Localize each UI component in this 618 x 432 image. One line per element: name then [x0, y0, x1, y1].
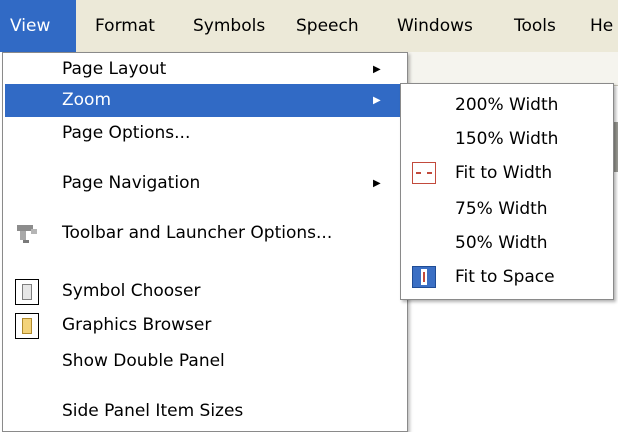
- menu-item-label: Graphics Browser: [62, 315, 212, 335]
- menu-bar: View Format Symbols Speech Windows Tools…: [0, 0, 618, 52]
- menu-item-graphics-browser[interactable]: Graphics Browser: [5, 309, 403, 342]
- zoom-item-50-width[interactable]: 50% Width: [403, 226, 613, 260]
- view-menu-dropdown: Page Layout ▶ Zoom ▶ Page Options... Pag…: [2, 52, 408, 432]
- graphics-browser-icon: [15, 313, 39, 339]
- menu-help[interactable]: He: [590, 0, 613, 52]
- menu-item-symbol-chooser[interactable]: Symbol Chooser: [5, 275, 403, 308]
- menu-item-page-navigation[interactable]: Page Navigation ▶: [5, 167, 403, 200]
- zoom-item-fit-to-space[interactable]: Fit to Space: [403, 260, 613, 294]
- menu-windows[interactable]: Windows: [397, 0, 473, 52]
- menu-item-label: Page Navigation: [62, 173, 201, 193]
- submenu-arrow-icon: ▶: [373, 95, 381, 106]
- menu-item-label: Side Panel Item Sizes: [62, 401, 244, 421]
- zoom-submenu: 200% Width 150% Width Fit to Width 75% W…: [400, 83, 614, 300]
- fit-to-width-icon: [412, 162, 436, 184]
- zoom-item-150-width[interactable]: 150% Width: [403, 122, 613, 156]
- zoom-item-fit-to-width[interactable]: Fit to Width: [403, 156, 613, 190]
- menu-item-label: 150% Width: [455, 129, 559, 149]
- menu-speech[interactable]: Speech: [296, 0, 359, 52]
- menu-item-zoom[interactable]: Zoom ▶: [5, 84, 403, 117]
- fit-to-space-icon: [412, 266, 436, 288]
- submenu-arrow-icon: ▶: [373, 64, 381, 75]
- menu-separator: [13, 205, 401, 206]
- menu-item-label: Page Layout: [62, 59, 167, 79]
- menu-item-label: 75% Width: [455, 199, 548, 219]
- menu-item-label: Zoom: [62, 90, 112, 110]
- menu-item-label: 200% Width: [455, 95, 559, 115]
- background-toolbar: [402, 52, 618, 86]
- zoom-item-200-width[interactable]: 200% Width: [403, 88, 613, 122]
- toolbar-icon: [15, 221, 39, 247]
- menu-separator: [13, 259, 401, 260]
- menu-separator: [13, 155, 401, 156]
- menu-item-label: Fit to Width: [455, 163, 553, 183]
- submenu-arrow-icon: ▶: [373, 178, 381, 189]
- menu-format[interactable]: Format: [95, 0, 155, 52]
- menu-item-side-panel-item-sizes[interactable]: Side Panel Item Sizes: [5, 395, 403, 428]
- menu-symbols[interactable]: Symbols: [193, 0, 265, 52]
- menu-item-label: Symbol Chooser: [62, 281, 201, 301]
- menu-item-page-options[interactable]: Page Options...: [5, 117, 403, 150]
- menu-item-label: Fit to Space: [455, 267, 555, 287]
- menu-item-label: Toolbar and Launcher Options...: [62, 223, 333, 243]
- menu-item-label: Page Options...: [62, 123, 191, 143]
- menu-item-toolbar-options[interactable]: Toolbar and Launcher Options...: [5, 217, 403, 250]
- symbol-chooser-icon: [15, 279, 39, 305]
- menu-item-label: 50% Width: [455, 233, 548, 253]
- menu-item-label: Show Double Panel: [62, 351, 225, 371]
- menu-tools[interactable]: Tools: [514, 0, 556, 52]
- menu-item-page-layout[interactable]: Page Layout ▶: [5, 53, 403, 86]
- zoom-item-75-width[interactable]: 75% Width: [403, 192, 613, 226]
- menu-separator: [13, 384, 401, 385]
- menu-view[interactable]: View: [0, 0, 76, 52]
- menu-item-show-double-panel[interactable]: Show Double Panel: [5, 345, 403, 378]
